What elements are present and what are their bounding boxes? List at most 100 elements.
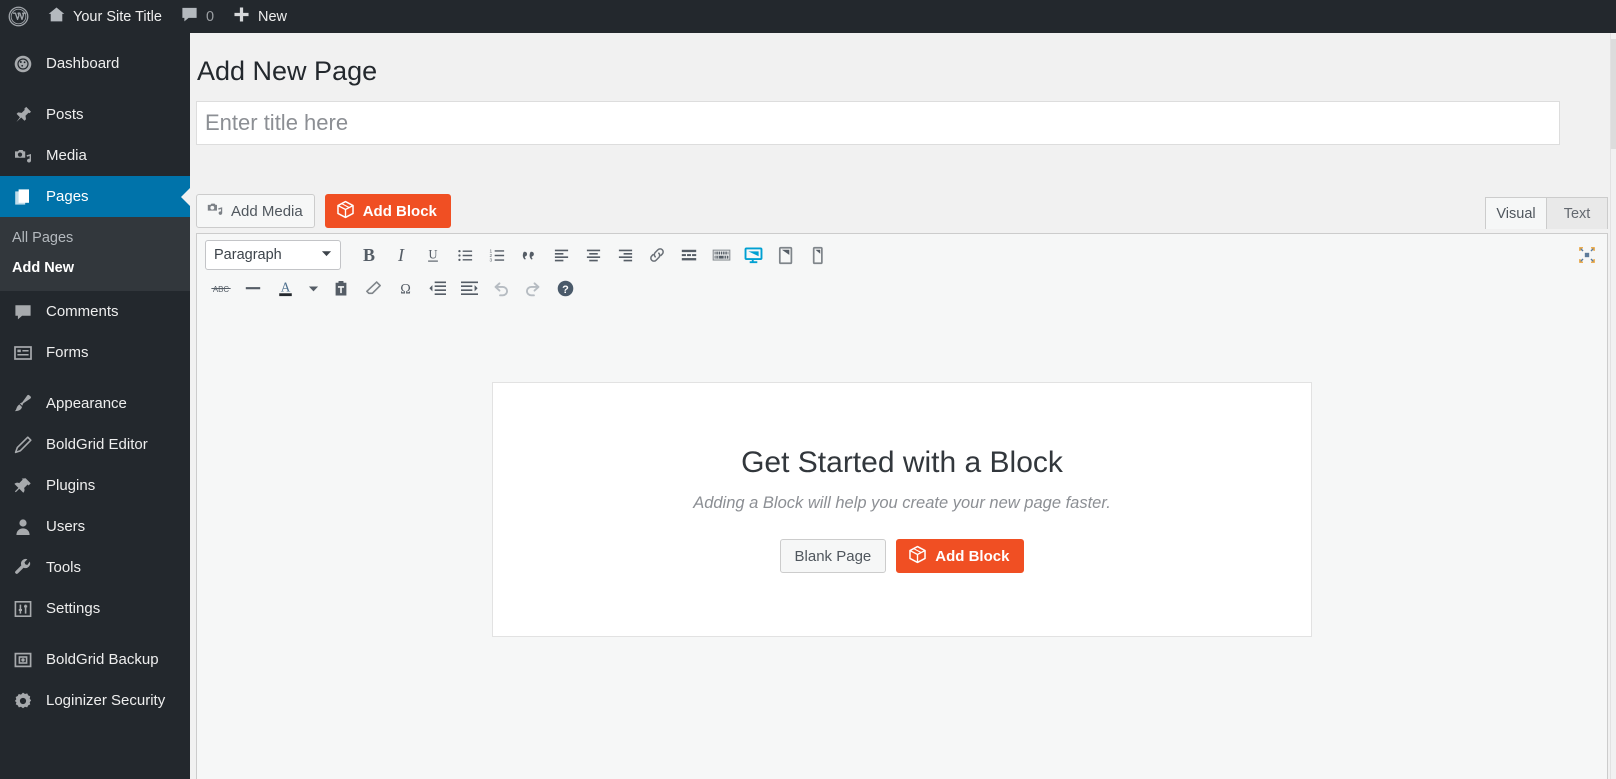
post-title-input[interactable]: Enter title here bbox=[196, 101, 1560, 146]
sidebar-item-appearance[interactable]: Appearance bbox=[0, 383, 190, 424]
editor-content-canvas[interactable]: Get Started with a Block Adding a Block … bbox=[197, 310, 1607, 779]
paintbrush-icon bbox=[12, 393, 34, 415]
insert-link-button[interactable] bbox=[641, 240, 673, 270]
sidebar-item-dashboard[interactable]: Dashboard bbox=[0, 43, 190, 84]
pages-stack-icon bbox=[12, 186, 34, 208]
get-started-add-block-button[interactable]: Add Block bbox=[896, 539, 1025, 574]
sidebar-item-label: Loginizer Security bbox=[46, 692, 166, 709]
sidebar-item-label: Settings bbox=[46, 600, 101, 617]
editor-mode-tabs: Visual Text bbox=[1485, 193, 1608, 230]
clear-formatting-button[interactable] bbox=[357, 273, 389, 303]
strikethrough-button[interactable]: ABC bbox=[205, 273, 237, 303]
outdent-button[interactable] bbox=[421, 273, 453, 303]
sidebar-item-boldgrid-backup[interactable]: BoldGrid Backup bbox=[0, 639, 190, 680]
comment-bubble-icon bbox=[12, 301, 34, 323]
add-media-button[interactable]: Add Media bbox=[196, 194, 315, 229]
text-color-caret[interactable] bbox=[301, 273, 325, 303]
cube-block-icon bbox=[336, 200, 355, 223]
sidebar-item-posts[interactable]: Posts bbox=[0, 94, 190, 135]
sidebar-item-comments[interactable]: Comments bbox=[0, 291, 190, 332]
special-character-button[interactable]: Ω bbox=[389, 273, 421, 303]
media-camera-music-icon bbox=[206, 200, 224, 222]
help-button[interactable]: ? bbox=[549, 273, 581, 303]
sidebar-item-users[interactable]: Users bbox=[0, 506, 190, 547]
bold-button[interactable]: B bbox=[353, 240, 385, 270]
editor-top-bar: Add Media Add Block Visual Text bbox=[196, 193, 1616, 230]
wordpress-logo-icon bbox=[8, 6, 29, 27]
media-camera-music-icon bbox=[12, 145, 34, 167]
add-media-label: Add Media bbox=[231, 202, 303, 220]
editor-toolbar-row-2: ABC A Ω ? bbox=[197, 273, 1607, 307]
dashboard-gauge-icon bbox=[12, 53, 34, 75]
page-scrollbar-thumb[interactable] bbox=[1611, 39, 1616, 149]
user-icon bbox=[12, 516, 34, 538]
underline-button[interactable]: U bbox=[417, 240, 449, 270]
preview-tablet-button[interactable] bbox=[769, 240, 801, 270]
align-center-button[interactable] bbox=[577, 240, 609, 270]
paste-as-text-button[interactable] bbox=[325, 273, 357, 303]
sidebar-group-spacer-3 bbox=[0, 629, 190, 639]
align-left-button[interactable] bbox=[545, 240, 577, 270]
page-scrollbar[interactable] bbox=[1610, 33, 1616, 779]
svg-text:ABC: ABC bbox=[213, 285, 230, 294]
wrench-icon bbox=[12, 557, 34, 579]
sidebar-item-loginizer-security[interactable]: Loginizer Security bbox=[0, 680, 190, 721]
admin-sidebar: Dashboard Posts Media Pages All Pages Ad… bbox=[0, 33, 190, 779]
sidebar-item-label: BoldGrid Editor bbox=[46, 436, 148, 453]
keyboard-shortcuts-button[interactable] bbox=[705, 240, 737, 270]
tab-visual[interactable]: Visual bbox=[1485, 197, 1547, 230]
sidebar-item-tools[interactable]: Tools bbox=[0, 547, 190, 588]
blank-page-button[interactable]: Blank Page bbox=[779, 539, 887, 574]
site-name-label: Your Site Title bbox=[73, 8, 162, 25]
site-name-menu[interactable]: Your Site Title bbox=[38, 0, 171, 33]
align-right-button[interactable] bbox=[609, 240, 641, 270]
add-block-button[interactable]: Add Block bbox=[324, 194, 451, 229]
svg-text:U: U bbox=[429, 248, 438, 262]
submenu-item-add-new[interactable]: Add New bbox=[0, 253, 190, 283]
indent-button[interactable] bbox=[453, 273, 485, 303]
sidebar-item-pages[interactable]: Pages bbox=[0, 176, 190, 217]
tab-text[interactable]: Text bbox=[1546, 197, 1608, 230]
italic-button[interactable]: I bbox=[385, 240, 417, 270]
plug-icon bbox=[12, 475, 34, 497]
format-select-value: Paragraph bbox=[214, 247, 282, 264]
redo-button[interactable] bbox=[517, 273, 549, 303]
preview-mobile-button[interactable] bbox=[801, 240, 833, 270]
text-color-button[interactable]: A bbox=[269, 273, 301, 303]
sidebar-item-plugins[interactable]: Plugins bbox=[0, 465, 190, 506]
sidebar-item-forms[interactable]: Forms bbox=[0, 332, 190, 373]
format-select[interactable]: Paragraph bbox=[205, 240, 341, 271]
submenu-item-all-pages[interactable]: All Pages bbox=[0, 223, 190, 253]
pencil-icon bbox=[12, 434, 34, 456]
get-started-buttons: Blank Page Add Block bbox=[779, 539, 1025, 574]
comments-menu[interactable]: 0 bbox=[171, 0, 223, 33]
new-content-menu[interactable]: New bbox=[223, 0, 296, 33]
bulleted-list-button[interactable] bbox=[449, 240, 481, 270]
title-input-wrap: Enter title here bbox=[190, 101, 1616, 146]
sidebar-item-media[interactable]: Media bbox=[0, 135, 190, 176]
comment-bubble-icon bbox=[180, 5, 199, 28]
sidebar-item-label: Tools bbox=[46, 559, 82, 576]
pushpin-icon bbox=[12, 104, 34, 126]
main-content-area: Add New Page Enter title here Add Media … bbox=[190, 33, 1616, 779]
read-more-button[interactable] bbox=[673, 240, 705, 270]
new-content-label: New bbox=[258, 8, 288, 25]
sidebar-group-spacer-2 bbox=[0, 373, 190, 383]
numbered-list-button[interactable]: 123 bbox=[481, 240, 513, 270]
add-block-label: Add Block bbox=[362, 202, 437, 220]
fullscreen-expand-icon[interactable] bbox=[1571, 240, 1603, 270]
sidebar-item-boldgrid-editor[interactable]: BoldGrid Editor bbox=[0, 424, 190, 465]
undo-button[interactable] bbox=[485, 273, 517, 303]
sidebar-item-settings[interactable]: Settings bbox=[0, 588, 190, 629]
sidebar-top-spacer bbox=[0, 33, 190, 43]
get-started-title: Get Started with a Block bbox=[741, 446, 1063, 480]
plus-icon bbox=[232, 5, 251, 28]
sidebar-item-label: BoldGrid Backup bbox=[46, 651, 159, 668]
horizontal-rule-button[interactable] bbox=[237, 273, 269, 303]
preview-desktop-button[interactable] bbox=[737, 240, 769, 270]
blockquote-button[interactable] bbox=[513, 240, 545, 270]
wordpress-logo-menu[interactable] bbox=[0, 0, 38, 33]
page-title: Add New Page bbox=[197, 56, 378, 86]
sidebar-group-spacer-1 bbox=[0, 84, 190, 94]
admin-bar: Your Site Title 0 New bbox=[0, 0, 1616, 33]
